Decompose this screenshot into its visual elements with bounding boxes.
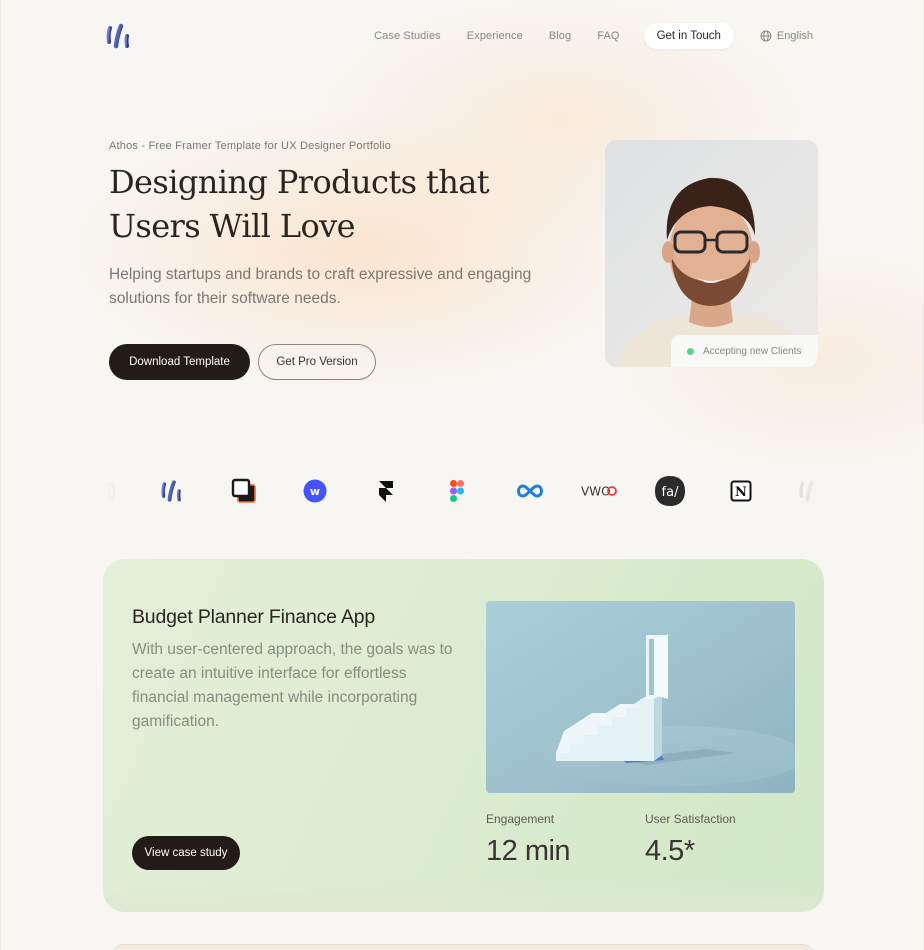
get-pro-version-button[interactable]: Get Pro Version (258, 344, 376, 380)
status-dot-icon (687, 347, 694, 355)
stat-satisfaction-label: User Satisfaction (645, 812, 736, 826)
figma-logo-icon (444, 478, 470, 504)
hero-title-line-2: Users Will Love (109, 207, 356, 245)
case-study-title: Budget Planner Finance App (132, 606, 376, 628)
language-selector[interactable]: English (760, 30, 813, 42)
stat-engagement-value: 12 min (486, 835, 571, 867)
vwo-logo-icon: VWO (581, 478, 617, 504)
hero-eyebrow: Athos - Free Framer Template for UX Desi… (109, 140, 392, 152)
overlap-squares-logo-icon (231, 478, 257, 504)
case-study-description: With user-centered approach, the goals w… (132, 641, 453, 730)
hero-title: Designing Products that Users Will Love (109, 160, 549, 248)
stat-satisfaction-value: 4.5* (645, 835, 695, 867)
case-study-card[interactable]: Budget Planner Finance App With user-cen… (103, 559, 824, 912)
availability-badge: Accepting new Clients (671, 335, 818, 367)
nav-link-blog[interactable]: Blog (549, 30, 571, 42)
top-nav: Case Studies Experience Blog FAQ Get in … (1, 0, 924, 72)
fa-logo-icon: fa/ (654, 475, 686, 507)
hero-subtitle: Helping startups and brands to craft exp… (109, 266, 532, 307)
vwo-text: VWO (581, 485, 611, 499)
globe-icon (760, 30, 772, 42)
page: Case Studies Experience Blog FAQ Get in … (0, 0, 924, 950)
strip-fade-right (785, 470, 825, 512)
download-template-button[interactable]: Download Template (109, 344, 250, 380)
athos-logo-icon (160, 478, 186, 504)
view-case-study-button[interactable]: View case study (132, 836, 240, 870)
nav-link-faq[interactable]: FAQ (597, 30, 619, 42)
get-in-touch-button[interactable]: Get in Touch (643, 23, 734, 49)
webflow-letter: w (310, 485, 320, 498)
infinity-logo-icon (515, 478, 545, 504)
strip-fade-left (101, 470, 141, 512)
stat-engagement-label: Engagement (486, 812, 555, 826)
profile-photo (605, 140, 818, 367)
notion-logo-icon: N (728, 478, 754, 504)
next-card-peek (113, 944, 813, 950)
athos-logo-icon[interactable] (105, 22, 135, 50)
hero-title-line-1: Designing Products that (109, 163, 490, 201)
nav-link-case-studies[interactable]: Case Studies (374, 30, 441, 42)
availability-label: Accepting new Clients (703, 345, 802, 357)
nav-link-experience[interactable]: Experience (467, 30, 523, 42)
client-logos-strip: w VWO fa/ N (101, 470, 825, 512)
framer-logo-icon (373, 478, 399, 504)
nav-links: Case Studies Experience Blog FAQ Get in … (374, 22, 813, 50)
fa-text: fa/ (662, 485, 680, 500)
notion-letter: N (735, 485, 747, 500)
case-study-image (486, 601, 795, 793)
language-label: English (776, 30, 813, 42)
webflow-logo-icon: w (302, 478, 328, 504)
